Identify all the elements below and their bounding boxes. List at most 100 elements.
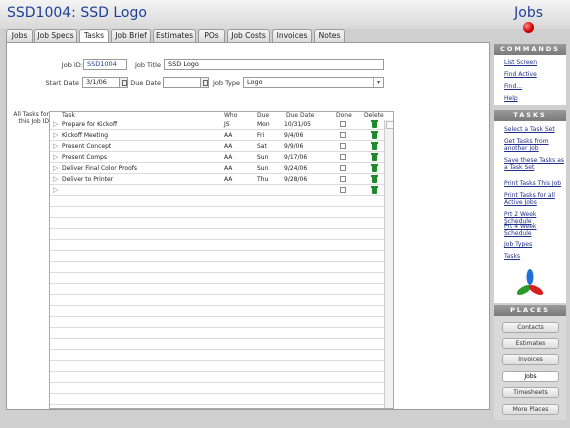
trash-icon[interactable] (371, 142, 378, 150)
table-row[interactable] (50, 306, 385, 317)
cell-due[interactable]: Fri (257, 132, 264, 139)
due-date-field[interactable] (163, 77, 201, 88)
trash-icon[interactable] (371, 164, 378, 172)
trash-icon[interactable] (371, 153, 378, 161)
triangle-right-icon[interactable]: ▷ (53, 175, 58, 183)
task-cmd-print-this[interactable]: Print Tasks This Job (504, 180, 564, 187)
table-row[interactable] (50, 328, 385, 339)
cell-task[interactable]: Present Concept (62, 143, 111, 150)
command-list-screen[interactable]: List Screen (504, 59, 564, 66)
table-row[interactable] (50, 251, 385, 262)
done-checkbox[interactable] (340, 176, 346, 182)
vertical-scrollbar[interactable] (384, 120, 393, 408)
table-row[interactable]: ▷ Kickoff Meeting AA Fri 9/4/06 (50, 130, 385, 141)
table-row[interactable] (50, 240, 385, 251)
done-checkbox[interactable] (340, 143, 346, 149)
tab-jobs[interactable]: Jobs (6, 29, 33, 42)
table-row[interactable]: ▷ Deliver to Printer AA Thu 9/28/06 (50, 174, 385, 185)
task-cmd-tasks[interactable]: Tasks (504, 253, 564, 260)
cell-task[interactable]: Prepare for Kickoff (62, 121, 117, 128)
cell-who[interactable]: AA (224, 132, 232, 139)
cell-who[interactable]: AA (224, 143, 232, 150)
job-type-select[interactable]: Logo ▾ (243, 77, 384, 88)
place-estimates[interactable]: Estimates (502, 338, 559, 349)
cell-due-date[interactable]: 9/24/06 (284, 165, 307, 172)
trash-icon[interactable] (371, 131, 378, 139)
triangle-right-icon[interactable]: ▷ (53, 131, 58, 139)
table-row[interactable] (50, 229, 385, 240)
tab-job-brief[interactable]: Job Brief (111, 29, 151, 42)
triangle-right-icon[interactable]: ▷ (53, 164, 58, 172)
tab-estimates[interactable]: Estimates (153, 29, 196, 42)
cell-due-date[interactable]: 9/17/06 (284, 154, 307, 161)
cell-due-date[interactable]: 9/28/06 (284, 176, 307, 183)
cell-due[interactable]: Mon (257, 121, 270, 128)
tab-job-costs[interactable]: Job Costs (227, 29, 270, 42)
cell-due-date[interactable]: 9/9/06 (284, 143, 303, 150)
cell-task[interactable]: Kickoff Meeting (62, 132, 108, 139)
table-row[interactable] (50, 273, 385, 284)
place-jobs[interactable]: Jobs (502, 371, 559, 382)
table-row[interactable] (50, 284, 385, 295)
cell-due-date[interactable]: 10/31/05 (284, 121, 311, 128)
table-row[interactable] (50, 372, 385, 383)
task-cmd-select-set[interactable]: Select a Task Set (504, 126, 564, 133)
place-timesheets[interactable]: Timesheets (502, 387, 559, 398)
tab-job-specs[interactable]: Job Specs (34, 29, 77, 42)
task-cmd-job-types[interactable]: Job Types (504, 241, 564, 248)
table-row[interactable] (50, 317, 385, 328)
cell-who[interactable]: AA (224, 165, 232, 172)
table-row[interactable]: ▷ Deliver Final Color Proofs AA Sun 9/24/06 (50, 163, 385, 174)
done-checkbox[interactable] (340, 165, 346, 171)
command-help[interactable]: Help (504, 95, 564, 102)
tab-pos[interactable]: POs (198, 29, 225, 42)
table-row[interactable] (50, 262, 385, 273)
command-find[interactable]: Find... (504, 83, 564, 90)
trash-icon[interactable] (371, 186, 378, 194)
cell-due[interactable]: Thu (257, 176, 268, 183)
job-id-field[interactable]: SSD1004 (83, 59, 127, 70)
task-cmd-get-tasks[interactable]: Get Tasks from another Job (504, 138, 564, 152)
cell-who[interactable]: JS (224, 121, 230, 128)
table-row[interactable]: ▷ Present Comps AA Sun 9/17/06 (50, 152, 385, 163)
table-row[interactable] (50, 295, 385, 306)
task-cmd-save-set[interactable]: Save these Tasks as a Task Set (504, 157, 564, 171)
place-more-places[interactable]: More Places (502, 404, 559, 415)
table-row[interactable]: ▷ Prepare for Kickoff JS Mon 10/31/05 (50, 119, 385, 130)
triangle-right-icon[interactable]: ▷ (53, 153, 58, 161)
done-checkbox[interactable] (340, 187, 346, 193)
place-invoices[interactable]: Invoices (502, 354, 559, 365)
place-contacts[interactable]: Contacts (502, 322, 559, 333)
start-date-field[interactable]: 3/1/06 (82, 77, 120, 88)
trash-icon[interactable] (371, 175, 378, 183)
table-row[interactable] (50, 339, 385, 350)
table-row[interactable] (50, 350, 385, 361)
job-title-field[interactable]: SSD Logo (164, 59, 384, 70)
done-checkbox[interactable] (340, 121, 346, 127)
tab-notes[interactable]: Notes (314, 29, 345, 42)
table-row[interactable] (50, 361, 385, 372)
cell-task[interactable]: Present Comps (62, 154, 107, 161)
cell-task[interactable]: Deliver to Printer (62, 176, 113, 183)
table-row[interactable]: ▷ Present Concept AA Sat 9/9/06 (50, 141, 385, 152)
done-checkbox[interactable] (340, 132, 346, 138)
cell-who[interactable]: AA (224, 176, 232, 183)
done-checkbox[interactable] (340, 154, 346, 160)
task-cmd-4-week[interactable]: Prt 4 Week Schedule (504, 223, 564, 237)
table-row[interactable]: ▷ (50, 185, 385, 196)
tab-tasks[interactable]: Tasks (79, 29, 109, 43)
table-row[interactable] (50, 207, 385, 218)
cell-due-date[interactable]: 9/4/06 (284, 132, 303, 139)
table-row[interactable] (50, 394, 385, 405)
triangle-right-icon[interactable]: ▷ (53, 120, 58, 128)
task-cmd-print-all[interactable]: Print Tasks for all Active Jobs (504, 192, 564, 206)
table-row[interactable] (50, 218, 385, 229)
table-row[interactable] (50, 383, 385, 394)
cell-who[interactable]: AA (224, 154, 232, 161)
chevron-down-icon[interactable]: ▾ (373, 78, 383, 87)
tab-invoices[interactable]: Invoices (272, 29, 312, 42)
cell-due[interactable]: Sat (257, 143, 267, 150)
triangle-right-icon[interactable]: ▷ (53, 142, 58, 150)
trash-icon[interactable] (371, 120, 378, 128)
table-row[interactable] (50, 196, 385, 207)
